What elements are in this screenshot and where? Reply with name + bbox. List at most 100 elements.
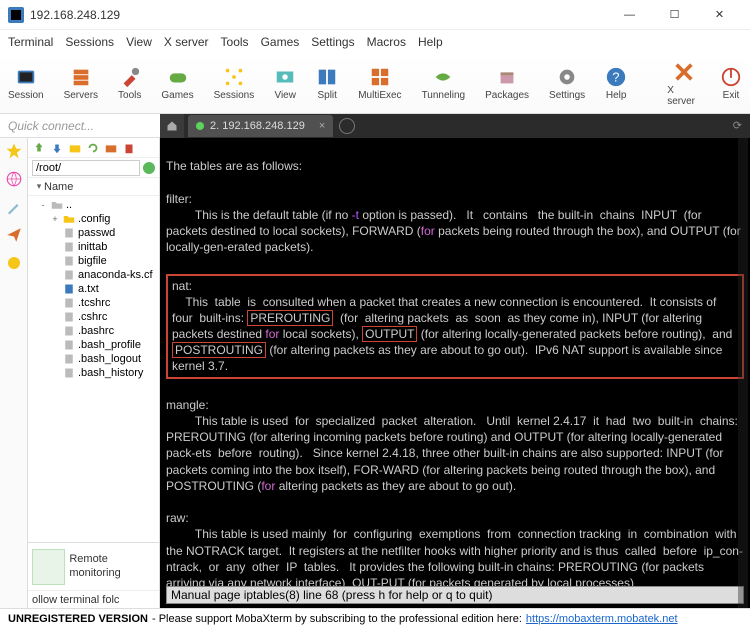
sftp-tree-item[interactable]: inittab — [30, 240, 157, 254]
term-line: This is the default table (if no — [195, 208, 352, 222]
menu-tools[interactable]: Tools — [221, 35, 249, 49]
sftp-tree-item[interactable]: bigfile — [30, 254, 157, 268]
upload-icon[interactable] — [32, 141, 46, 155]
sftp-toolbar — [28, 138, 159, 158]
menu-help[interactable]: Help — [418, 35, 443, 49]
globe-icon[interactable] — [5, 170, 23, 188]
view-icon — [274, 66, 296, 88]
term-line: The tables are as follows: — [166, 159, 302, 173]
remote-monitoring[interactable]: Remote monitoring — [28, 542, 159, 590]
menu-terminal[interactable]: Terminal — [8, 35, 53, 49]
toolbar-view[interactable]: View — [274, 66, 296, 101]
file-icon — [63, 269, 75, 281]
toolbar-session[interactable]: Session — [8, 66, 44, 101]
menu-xserver[interactable]: X server — [164, 35, 209, 49]
toolbar-multiexec[interactable]: MultiExec — [358, 66, 401, 101]
svg-text:?: ? — [613, 70, 620, 85]
menu-macros[interactable]: Macros — [367, 35, 406, 49]
minimize-button[interactable]: — — [607, 1, 652, 29]
new-tab-button[interactable] — [339, 118, 355, 134]
term-keyword: for — [421, 224, 435, 238]
file-icon — [63, 227, 75, 239]
toolbar-split[interactable]: Split — [316, 66, 338, 101]
folder-icon — [51, 199, 63, 211]
tab-close-icon[interactable]: × — [319, 120, 325, 132]
tree-item-label: .bash_history — [78, 367, 143, 379]
tab-refresh-icon[interactable]: ⟳ — [733, 119, 742, 132]
multiexec-icon — [369, 66, 391, 88]
folder-icon[interactable] — [68, 141, 82, 155]
term-keyword: for — [261, 479, 275, 493]
sftp-tree-item[interactable]: passwd — [30, 226, 157, 240]
download-icon[interactable] — [50, 141, 64, 155]
tab-label: 2. 192.168.248.129 — [210, 120, 305, 132]
terminal[interactable]: The tables are as follows: filter: This … — [160, 138, 750, 608]
maximize-button[interactable]: ☐ — [652, 1, 697, 29]
sftp-tree-item[interactable]: -.. — [30, 198, 157, 212]
sftp-tree-item[interactable]: + .config — [30, 212, 157, 226]
newfolder-icon[interactable] — [104, 141, 118, 155]
tree-item-label: anaconda-ks.cf — [78, 269, 153, 281]
nat-highlight-box: nat: This table is consulted when a pack… — [166, 274, 744, 379]
toolbar-settings[interactable]: Settings — [549, 66, 585, 101]
toolbar-games[interactable]: Games — [161, 66, 193, 101]
servers-icon — [70, 66, 92, 88]
quickconnect-input[interactable]: Quick connect... — [0, 119, 160, 133]
toolbar-sessions[interactable]: Sessions — [214, 66, 255, 101]
terminal-scrollbar[interactable] — [738, 138, 748, 608]
toolbar-tools[interactable]: Tools — [118, 66, 141, 101]
sftp-tree-item[interactable]: .bash_logout — [30, 352, 157, 366]
menu-games[interactable]: Games — [261, 35, 300, 49]
close-button[interactable]: ✕ — [697, 1, 742, 29]
exit-icon — [720, 66, 742, 88]
sftp-tree[interactable]: -.. + .configpasswdinittabbigfileanaconda-… — [28, 196, 159, 542]
delete-icon[interactable] — [122, 141, 136, 155]
sftp-tree-item[interactable]: .bashrc — [30, 324, 157, 338]
sftp-tree-item[interactable]: .tcshrc — [30, 296, 157, 310]
term-option: -t — [352, 208, 359, 222]
toolbar-servers[interactable]: Servers — [64, 66, 98, 101]
titlebar: 192.168.248.129 — ☐ ✕ — [0, 0, 750, 30]
terminal-tab-active[interactable]: 2. 192.168.248.129 × — [188, 115, 333, 137]
follow-terminal-folder[interactable]: ollow terminal folc — [28, 590, 159, 608]
refresh-icon[interactable] — [86, 141, 100, 155]
sftp-tree-item[interactable]: .bash_history — [30, 366, 157, 380]
term-line: mangle: — [166, 398, 209, 412]
prerouting-highlight: PREROUTING — [247, 310, 333, 326]
games-icon — [167, 66, 189, 88]
tree-expand-icon[interactable]: + — [50, 214, 60, 224]
tree-item-label: .config — [78, 213, 110, 225]
tree-item-label: .bash_logout — [78, 353, 141, 365]
tree-item-label: .bashrc — [78, 325, 114, 337]
home-icon — [166, 120, 178, 132]
statusbar: UNREGISTERED VERSION - Please support Mo… — [0, 608, 750, 628]
sessions-icon — [223, 66, 245, 88]
toolbar-help[interactable]: ?Help — [605, 66, 627, 101]
toolbar: Session Servers Tools Games Sessions Vie… — [0, 54, 750, 114]
tab-home[interactable] — [160, 114, 184, 138]
toolbar-tunneling[interactable]: Tunneling — [422, 66, 466, 101]
tree-expand-icon[interactable]: - — [38, 200, 48, 210]
sftp-tree-item[interactable]: a.txt — [30, 282, 157, 296]
sftp-tree-item[interactable]: .bash_profile — [30, 338, 157, 352]
menu-settings[interactable]: Settings — [311, 35, 354, 49]
toolbar-packages[interactable]: Packages — [485, 66, 529, 101]
file-icon — [63, 241, 75, 253]
sftp-name-header[interactable]: ▾ Name — [28, 178, 159, 196]
tree-collapse-icon[interactable]: ▾ — [34, 181, 44, 192]
toolbar-xserver[interactable]: X server — [667, 61, 700, 107]
sftp-tree-item[interactable]: anaconda-ks.cf — [30, 268, 157, 282]
star-icon[interactable] — [5, 142, 23, 160]
status-link[interactable]: https://mobaxterm.mobatek.net — [526, 613, 678, 625]
send-icon[interactable] — [5, 226, 23, 244]
menu-view[interactable]: View — [126, 35, 152, 49]
sftp-tree-item[interactable]: .cshrc — [30, 310, 157, 324]
sftp-pathbar: /root/ — [28, 158, 159, 178]
term-line: (for altering locally-generated packets … — [417, 327, 735, 341]
tree-item-label: inittab — [78, 241, 107, 253]
toolbar-exit[interactable]: Exit — [720, 66, 742, 101]
wand-icon[interactable] — [5, 198, 23, 216]
circle-icon[interactable] — [5, 254, 23, 272]
sftp-path-input[interactable]: /root/ — [32, 160, 140, 176]
menu-sessions[interactable]: Sessions — [65, 35, 114, 49]
